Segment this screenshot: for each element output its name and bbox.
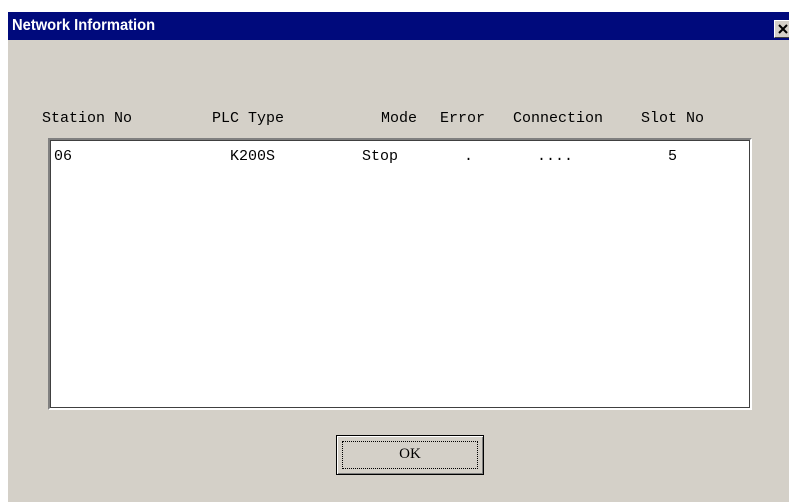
cell-slot-no: 5 (668, 148, 678, 165)
cell-mode: Stop (362, 148, 399, 165)
title-bar[interactable]: Network Information (8, 12, 789, 40)
station-list[interactable]: 06 K200S Stop . .... 5 (48, 138, 752, 410)
column-header-error: Error (440, 110, 486, 127)
column-header-slot-no: Slot No (641, 110, 705, 127)
column-header-station-no: Station No (42, 110, 133, 127)
cell-plc-type: K200S (230, 148, 276, 165)
list-item[interactable]: 06 K200S Stop . .... 5 (50, 148, 750, 168)
cell-connection: .... (537, 148, 574, 165)
column-header-connection: Connection (513, 110, 604, 127)
column-headers: Station No PLC Type Mode Error Connectio… (8, 110, 789, 130)
network-information-dialog: Network Information Station No PLC Type … (6, 10, 789, 502)
column-header-mode: Mode (381, 110, 418, 127)
ok-button-label: OK (399, 446, 421, 462)
dialog-title: Network Information (12, 17, 156, 34)
close-button[interactable] (774, 20, 789, 38)
close-icon (778, 24, 788, 34)
column-header-plc-type: PLC Type (212, 110, 285, 127)
cell-station-no: 06 (54, 148, 73, 165)
ok-button[interactable]: OK (336, 435, 484, 475)
cell-error: . (464, 148, 474, 165)
